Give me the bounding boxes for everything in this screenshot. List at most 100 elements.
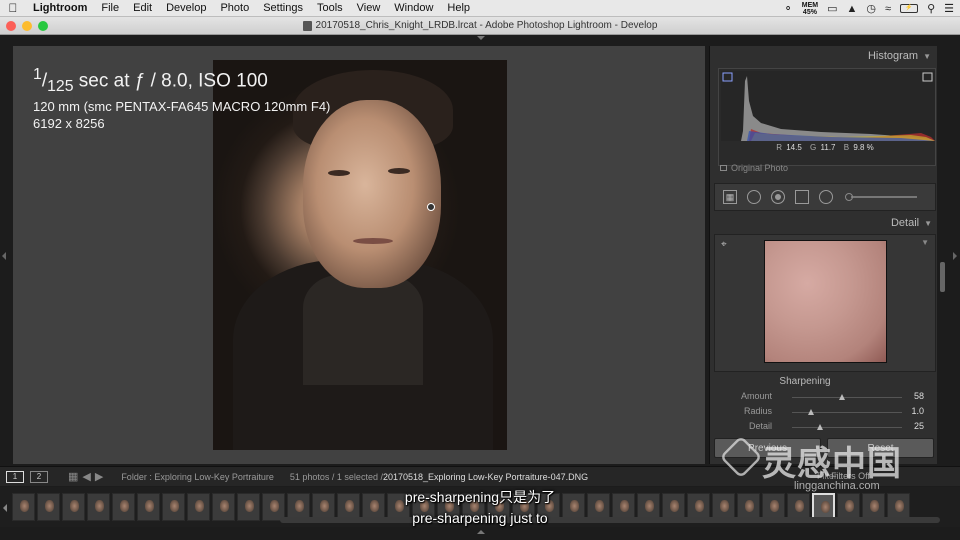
close-button[interactable] (6, 21, 16, 31)
exposure-settings: sec at ƒ / 8.0, ISO 100 (73, 70, 268, 92)
exposure-info: 1/125 sec at ƒ / 8.0, ISO 100 (33, 66, 268, 96)
right-panel-toggle-arrow[interactable] (953, 252, 957, 260)
catalog-document-icon (302, 20, 312, 31)
time-machine-icon[interactable]: ◷ (866, 2, 876, 15)
menu-photo[interactable]: Photo (213, 2, 256, 14)
apple-icon[interactable]:  (0, 1, 26, 15)
radial-filter-tool-icon[interactable] (819, 190, 833, 204)
photo-collar (303, 275, 423, 385)
memory-value: 45% (802, 8, 817, 16)
photo-eye-right (388, 168, 410, 174)
subtitle-line-2: pre-sharpening just to (412, 510, 548, 526)
preview-toggle-icon[interactable]: ▼ (921, 238, 929, 247)
detail-slider-row: Detail 25 (730, 421, 930, 435)
radius-slider-row: Radius 1.0 (730, 406, 930, 420)
creative-cloud-icon[interactable]: ⚬ (784, 2, 793, 15)
amount-slider-row: Amount 58 (730, 391, 930, 405)
menu-file[interactable]: File (94, 2, 126, 14)
sharpening-title: Sharpening (779, 376, 831, 387)
histogram-svg (721, 71, 935, 141)
histogram-title: Histogram (867, 50, 919, 62)
red-eye-tool-icon[interactable] (771, 190, 785, 204)
original-photo-toggle[interactable]: Original Photo (720, 163, 788, 173)
detail-collapse-icon[interactable]: ▼ (924, 219, 932, 228)
display-icon[interactable]: ▭ (827, 2, 837, 15)
dimensions-info: 6192 x 8256 (33, 116, 105, 132)
tool-strip: ▦ (714, 183, 936, 211)
detail-preview-box: ⌖ ▼ (714, 234, 936, 372)
lightroom-window:  Lightroom File Edit Develop Photo Sett… (0, 0, 960, 540)
graduated-filter-tool-icon[interactable] (795, 190, 809, 204)
right-panel-scrollbar[interactable] (940, 262, 945, 292)
menu-tools[interactable]: Tools (310, 2, 350, 14)
g-value: 11.7 (820, 143, 836, 152)
histogram-graph[interactable]: R 14.5 G 11.7 B 9.8 % (718, 68, 936, 166)
detail-header[interactable]: Detail ▼ (710, 213, 938, 233)
menu-edit[interactable]: Edit (126, 2, 159, 14)
original-photo-checkbox[interactable] (720, 165, 727, 171)
notification-center-icon[interactable]: ☰ (944, 2, 954, 15)
amount-slider[interactable] (792, 394, 902, 400)
detail-label: Detail (748, 421, 772, 431)
primary-window-button[interactable]: 1 (6, 470, 24, 483)
grid-nav-icons[interactable]: ▦◀▶ (68, 470, 107, 483)
photo-mouth (353, 238, 393, 244)
amount-slider-knob[interactable] (838, 394, 845, 400)
watermark-logo-icon (719, 435, 763, 479)
histogram-header[interactable]: Histogram ▼ (710, 46, 937, 66)
folder-source[interactable]: Folder : Exploring Low-Key Portraiture (121, 472, 274, 482)
radius-slider[interactable] (792, 409, 902, 415)
spot-removal-tool-icon[interactable] (747, 190, 761, 204)
left-panel-toggle-arrow[interactable] (2, 252, 6, 260)
adjustment-brush-slider[interactable] (845, 193, 917, 201)
detail-value[interactable]: 25 (914, 421, 924, 431)
detail-zoom-preview[interactable] (764, 240, 887, 363)
r-value: 14.5 (786, 143, 802, 152)
b-label: B (843, 143, 850, 152)
mac-menu-bar:  Lightroom File Edit Develop Photo Sett… (0, 0, 960, 17)
menu-develop[interactable]: Develop (159, 2, 213, 14)
subtitle-line-1: pre-sharpening只是为了 (404, 489, 556, 505)
detail-slider[interactable] (792, 424, 902, 430)
info-overlay: 1/125 sec at ƒ / 8.0, ISO 100 120 mm (sm… (33, 64, 330, 132)
image-canvas[interactable]: 1/125 sec at ƒ / 8.0, ISO 100 120 mm (sm… (13, 46, 705, 464)
exposure-denominator: 125 (47, 78, 74, 96)
rgb-readout: R 14.5 G 11.7 B 9.8 % (719, 143, 937, 152)
exposure-numerator: 1 (33, 66, 42, 83)
amount-value[interactable]: 58 (914, 391, 924, 401)
battery-icon[interactable]: ⚡ (900, 4, 919, 13)
target-crosshair-icon[interactable]: ⌖ (721, 239, 727, 250)
menu-settings[interactable]: Settings (256, 2, 310, 14)
search-icon[interactable]: ⚲ (927, 2, 935, 15)
window-title-bar: 20170518_Chris_Knight_LRDB.lrcat - Adobe… (0, 17, 960, 35)
r-label: R (776, 143, 782, 152)
original-photo-label: Original Photo (731, 163, 789, 173)
secondary-window-button[interactable]: 2 (30, 470, 48, 483)
airplay-icon[interactable]: ▲ (847, 3, 858, 15)
menu-help[interactable]: Help (440, 2, 477, 14)
detail-title: Detail (890, 217, 920, 229)
minimize-button[interactable] (22, 21, 32, 31)
crop-tool-icon[interactable]: ▦ (723, 190, 737, 204)
radius-value[interactable]: 1.0 (911, 406, 924, 416)
bottom-panel-toggle-arrow[interactable] (477, 530, 485, 534)
top-panel-toggle-arrow[interactable] (477, 36, 485, 40)
radius-slider-knob[interactable] (807, 409, 814, 415)
menu-window[interactable]: Window (387, 2, 440, 14)
selected-filename[interactable]: 20170518_Exploring Low-Key Portraiture-0… (383, 472, 588, 482)
menu-app-name[interactable]: Lightroom (26, 2, 94, 14)
detail-slider-knob[interactable] (816, 424, 823, 430)
menu-view[interactable]: View (350, 2, 388, 14)
mouse-cursor (427, 203, 435, 211)
wifi-icon[interactable]: ≈ (885, 3, 891, 15)
photo-eye-left (328, 170, 350, 176)
radius-label: Radius (743, 406, 772, 416)
collapse-triangle-icon[interactable]: ▼ (923, 52, 931, 61)
menu-extras: ⚬ MEM 45% ▭ ▲ ◷ ≈ ⚡ ⚲ ☰ (784, 0, 954, 17)
memory-label: MEM (801, 1, 819, 9)
memory-indicator[interactable]: MEM 45% (802, 2, 818, 16)
zoom-button[interactable] (38, 21, 48, 31)
g-label: G (810, 143, 817, 152)
photo-count: 51 photos / 1 selected / (289, 471, 383, 482)
right-panel: Histogram ▼ R 14.5 G 11.7 B 9.8 % Origin… (709, 46, 937, 464)
